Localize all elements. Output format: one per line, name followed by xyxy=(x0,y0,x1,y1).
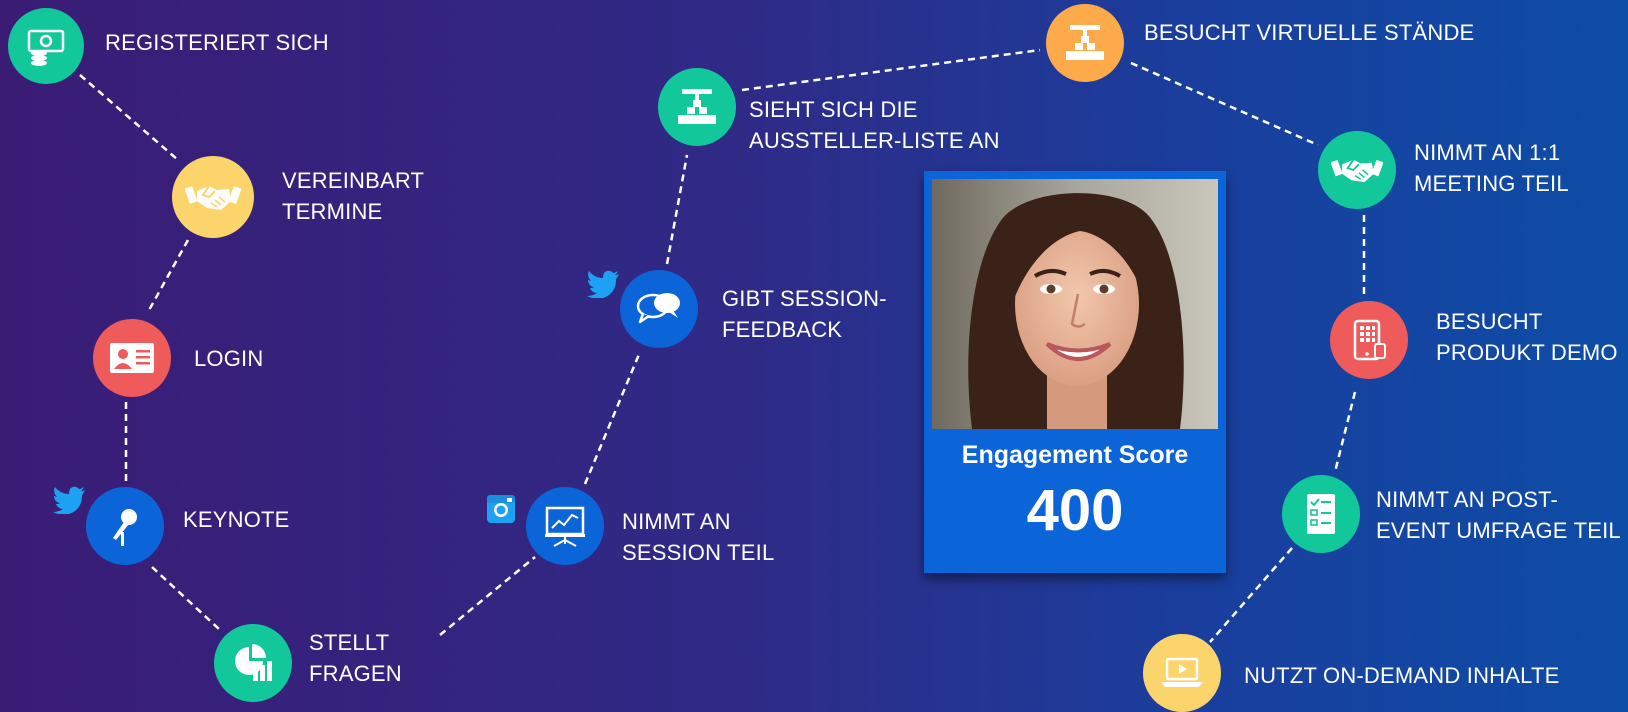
twitter-icon xyxy=(587,270,619,299)
handshake-icon xyxy=(1331,159,1383,183)
connector-line xyxy=(79,74,179,161)
instagram-icon xyxy=(487,495,515,523)
step-demo-node xyxy=(1330,301,1408,379)
connector-line xyxy=(741,48,1041,92)
session-instagram-icon[interactable] xyxy=(486,494,516,529)
keynote-twitter-icon[interactable] xyxy=(52,486,86,519)
step-session-node xyxy=(526,487,604,565)
step-feedback-node xyxy=(620,270,698,348)
microphone-icon xyxy=(113,509,137,546)
step-login-label: LOGIN xyxy=(194,346,264,371)
handshake-icon xyxy=(185,185,241,210)
booth-icon xyxy=(1066,25,1104,60)
money-icon xyxy=(27,29,65,66)
step-vereinbart-label: VEREINBART TERMINE xyxy=(282,168,425,224)
step-keynote-node xyxy=(86,487,164,565)
booth-icon xyxy=(678,89,716,124)
connector-line xyxy=(583,351,642,485)
engagement-score-title: Engagement Score xyxy=(961,441,1189,469)
step-ondemand-label: NUTZT ON-DEMAND INHALTE xyxy=(1244,663,1560,688)
engagement-score-card: Engagement Score 400 xyxy=(924,171,1226,573)
feedback-twitter-icon[interactable] xyxy=(586,270,620,303)
connector-line xyxy=(1130,61,1319,147)
video-laptop-icon xyxy=(1161,657,1203,687)
step-registriert-node xyxy=(8,8,84,84)
connector-line xyxy=(151,566,221,631)
chat-bubbles-icon xyxy=(636,293,680,324)
step-staende-node xyxy=(1046,4,1124,82)
portrait-image xyxy=(932,179,1218,429)
connector-line xyxy=(1333,391,1357,473)
step-registriert-label: REGISTERIERT SICH xyxy=(105,30,329,55)
step-login-node xyxy=(93,319,171,397)
twitter-icon xyxy=(53,486,85,515)
step-umfrage-label: NIMMT AN POST- EVENT UMFRAGE TEIL xyxy=(1376,487,1621,543)
id-card-icon xyxy=(110,343,154,373)
step-meeting-label: NIMMT AN 1:1 MEETING TEIL xyxy=(1414,140,1569,196)
engagement-score-value: 400 xyxy=(1026,478,1124,543)
attendee-photo xyxy=(932,179,1218,429)
step-umfrage-node xyxy=(1282,475,1360,553)
step-feedback-label: GIBT SESSION- FEEDBACK xyxy=(722,286,887,342)
checklist-icon xyxy=(1307,494,1335,534)
step-aussteller-node xyxy=(658,68,736,146)
step-fragen-node xyxy=(214,624,292,702)
step-ondemand-node xyxy=(1143,634,1221,712)
presentation-icon xyxy=(545,506,585,547)
step-vereinbart-node xyxy=(172,156,254,238)
step-demo-label: BESUCHT PRODUKT DEMO xyxy=(1436,309,1618,365)
step-aussteller-label: SIEHT SICH DIE AUSSTELLER-LISTE AN xyxy=(749,97,1000,153)
step-keynote-label: KEYNOTE xyxy=(183,507,290,532)
connector-line xyxy=(146,239,190,313)
step-staende-label: BESUCHT VIRTUELLE STÄNDE xyxy=(1144,20,1475,45)
step-meeting-node xyxy=(1318,131,1396,209)
tablet-icon xyxy=(1353,319,1386,361)
connector-line xyxy=(439,556,536,636)
chart-icon xyxy=(235,644,272,681)
step-fragen-label: STELLT FRAGEN xyxy=(309,630,402,686)
connector-line xyxy=(665,154,689,265)
step-session-label: NIMMT AN SESSION TEIL xyxy=(622,509,775,565)
